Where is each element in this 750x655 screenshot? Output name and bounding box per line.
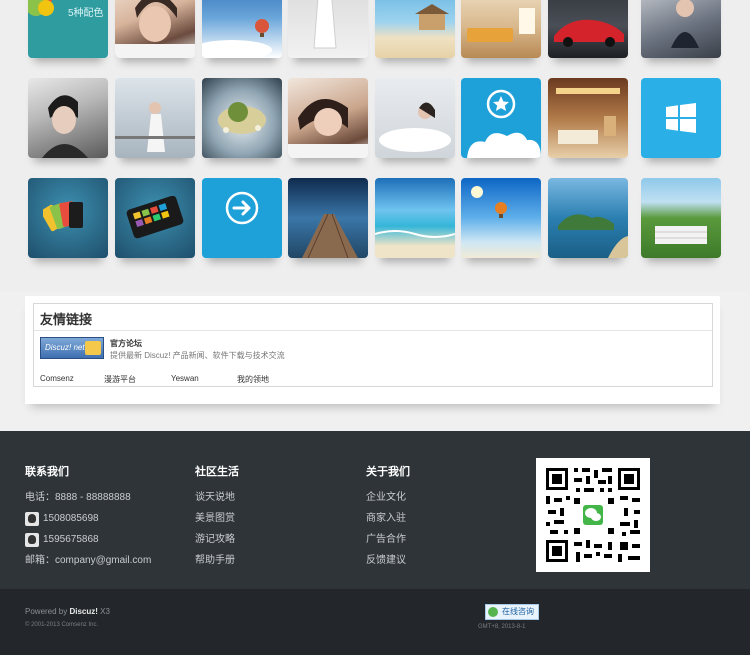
- photo-woman-bed[interactable]: [375, 78, 455, 158]
- about-link[interactable]: 广告合作: [366, 529, 410, 550]
- powered-by: Powered by Discuz! X3: [25, 607, 110, 616]
- about-column: 关于我们 企业文化 商家入驻 广告合作 反馈建议: [366, 463, 410, 571]
- wechat-qr-code: [536, 458, 650, 572]
- photo-wooden-pier[interactable]: [288, 178, 368, 258]
- about-link[interactable]: 企业文化: [366, 487, 410, 508]
- sofa-icon: [467, 8, 535, 42]
- qq-penguin-icon: [25, 532, 39, 547]
- star-cloud-tile[interactable]: [461, 78, 541, 158]
- photo-woman-smiling[interactable]: [288, 78, 368, 158]
- photo-living-room[interactable]: [461, 0, 541, 58]
- friend-links-panel: 友情链接 Discuz! net 官方论坛 提供最新 Discuz! 产品新闻、…: [25, 296, 720, 404]
- contact-phone: 电话：8888 - 88888888: [25, 491, 131, 503]
- phones-tile[interactable]: [28, 178, 108, 258]
- about-link[interactable]: 反馈建议: [366, 550, 410, 571]
- contact-qq-2[interactable]: 1595675868: [25, 529, 151, 550]
- colorful-phones-icon: [43, 201, 83, 232]
- photo-island-bay[interactable]: [548, 178, 628, 258]
- photo-woman-portrait[interactable]: [115, 0, 195, 58]
- friend-links-title: 友情链接: [40, 312, 93, 327]
- tile-grid: 5种配色: [0, 0, 750, 292]
- qq-number: 1508085698: [43, 512, 99, 524]
- photo-beach-house[interactable]: [375, 0, 455, 58]
- discuz-logo-link[interactable]: Discuz! net: [40, 337, 104, 359]
- friend-links-box: 友情链接 Discuz! net 官方论坛 提供最新 Discuz! 产品新闻、…: [33, 303, 713, 387]
- photo-bedroom-interior[interactable]: [548, 78, 628, 158]
- windows-tile[interactable]: [641, 78, 721, 158]
- color-scheme-tile[interactable]: 5种配色: [28, 0, 108, 58]
- photo-balloon-beach[interactable]: [461, 178, 541, 258]
- star-icon: [467, 89, 541, 158]
- photo-food-plate[interactable]: [202, 78, 282, 158]
- link-comsenz[interactable]: Comsenz: [40, 374, 74, 383]
- community-heading: 社区生活: [195, 466, 239, 478]
- powered-brand-link[interactable]: Discuz!: [69, 607, 97, 616]
- photo-tropical-sea[interactable]: [375, 178, 455, 258]
- photo-woman-dark[interactable]: [641, 0, 721, 58]
- photo-young-man[interactable]: [28, 78, 108, 158]
- community-link[interactable]: 谈天说地: [195, 487, 239, 508]
- wave-icon: [375, 230, 455, 238]
- photo-red-sports-car[interactable]: [548, 0, 628, 58]
- consult-label: 在线咨询: [502, 607, 534, 616]
- divider: [34, 330, 712, 331]
- community-link[interactable]: 美景图赏: [195, 508, 239, 529]
- photo-woman-white-dress[interactable]: [288, 0, 368, 58]
- qr-code-icon: [536, 458, 650, 572]
- chat-icon: [488, 607, 498, 617]
- person-silhouette-icon: [42, 95, 88, 158]
- photo-woman-balcony[interactable]: [115, 78, 195, 158]
- island-icon: [558, 214, 628, 258]
- arrow-right-circle-icon: [225, 191, 259, 225]
- online-consult-button[interactable]: 在线咨询: [485, 604, 539, 620]
- contact-heading: 联系我们: [25, 466, 69, 478]
- balloon-icon: [471, 186, 507, 218]
- contact-email[interactable]: 邮箱：company@gmail.com: [25, 550, 151, 571]
- person-silhouette-icon: [115, 102, 195, 152]
- copyright: © 2001-2013 Comsenz Inc.: [25, 622, 99, 628]
- person-silhouette-icon: [288, 99, 368, 158]
- qq-number: 1595675868: [43, 533, 99, 545]
- community-column: 社区生活 谈天说地 美景图赏 游记攻略 帮助手册: [195, 463, 239, 571]
- logo-text: Discuz! net: [45, 343, 85, 352]
- powered-prefix: Powered by: [25, 607, 68, 616]
- tile-caption: 5种配色: [68, 8, 104, 19]
- featured-site-desc: 提供最新 Discuz! 产品新闻、软件下载与技术交流: [110, 351, 285, 360]
- car-icon: [554, 19, 624, 47]
- person-silhouette-icon: [671, 0, 699, 48]
- arrow-tile[interactable]: [202, 178, 282, 258]
- discuz-mark-icon: [85, 341, 101, 355]
- person-silhouette-icon: [313, 0, 337, 49]
- bottom-bar: [0, 589, 750, 655]
- server-time: GMT+8, 2013-8-1: [478, 624, 526, 630]
- featured-site-name[interactable]: 官方论坛: [110, 338, 142, 349]
- chairs-icon: [655, 226, 707, 244]
- powered-version: X3: [100, 607, 110, 616]
- contact-column: 联系我们 电话：8888 - 88888888 1508085698 15956…: [25, 463, 151, 571]
- contact-qq-1[interactable]: 1508085698: [25, 508, 151, 529]
- bed-icon: [556, 88, 620, 144]
- photo-wedding-lawn[interactable]: [641, 178, 721, 258]
- community-link[interactable]: 游记攻略: [195, 529, 239, 550]
- about-heading: 关于我们: [366, 466, 410, 478]
- food-icon: [218, 102, 266, 134]
- smartphone-icon: [126, 196, 184, 239]
- balloon-icon: [202, 19, 272, 58]
- pier-icon: [302, 213, 358, 258]
- photo-hot-air-balloon-sky[interactable]: [202, 0, 282, 58]
- community-link[interactable]: 帮助手册: [195, 550, 239, 571]
- link-yeswan[interactable]: Yeswan: [171, 374, 199, 383]
- windows-logo-icon: [666, 103, 696, 133]
- person-silhouette-icon: [115, 0, 195, 58]
- beach-icon: [415, 4, 449, 30]
- smartphone-tile[interactable]: [115, 178, 195, 258]
- person-silhouette-icon: [379, 102, 451, 152]
- qq-penguin-icon: [25, 511, 39, 526]
- link-manyou[interactable]: 漫游平台: [104, 374, 136, 385]
- link-my-territory[interactable]: 我的领地: [237, 374, 269, 385]
- about-link[interactable]: 商家入驻: [366, 508, 410, 529]
